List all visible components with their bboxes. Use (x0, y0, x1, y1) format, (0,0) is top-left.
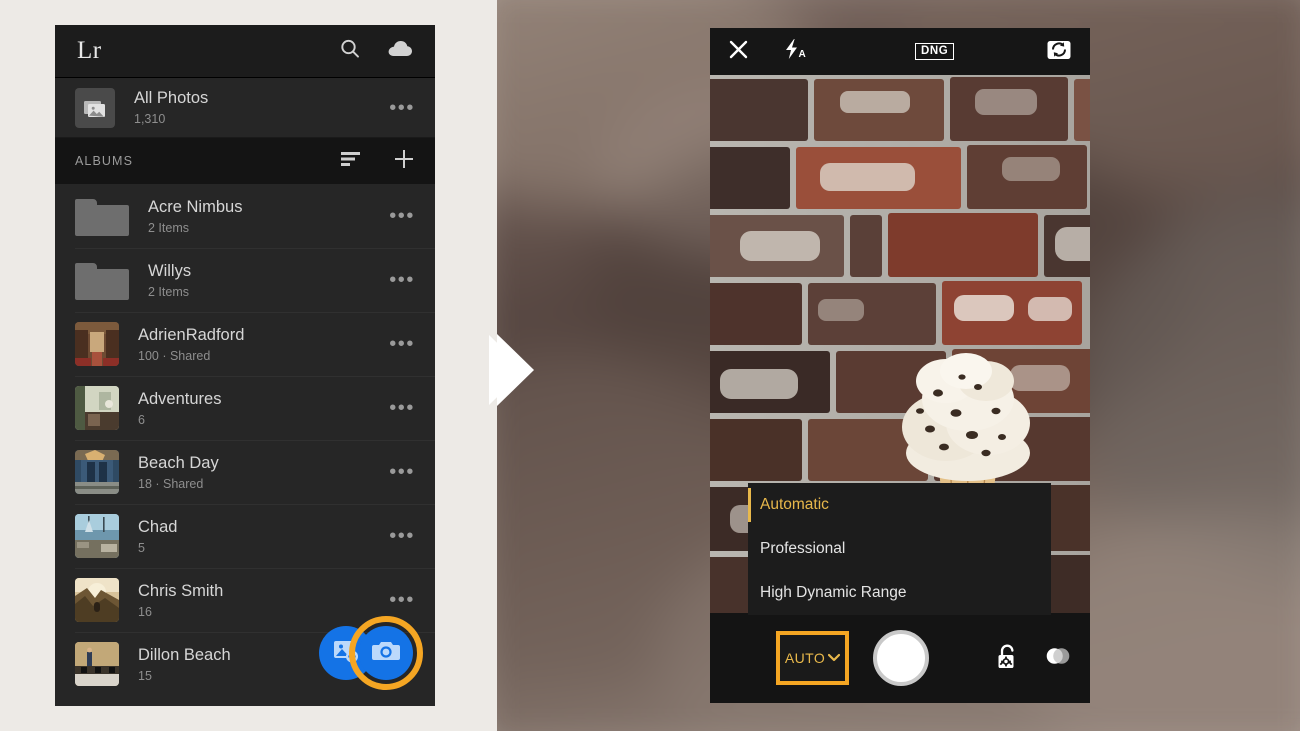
mode-selector-label: AUTO (784, 650, 826, 666)
albums-section-header: ALBUMS (55, 138, 435, 184)
list-item[interactable]: Chris Smith 16 ••• (55, 568, 435, 632)
screenshot-root: Lr All Photos 1,310 ••• ALBUMS Acre Nimb… (0, 0, 1300, 731)
album-menu-button[interactable]: ••• (389, 462, 415, 482)
album-meta: 15 (138, 668, 152, 683)
all-photos-count: 1,310 (134, 112, 166, 126)
album-meta: 18 · Shared (138, 476, 204, 491)
list-item[interactable]: AdrienRadford 100 · Shared ••• (55, 312, 435, 376)
album-thumbnail (75, 386, 119, 430)
all-photos-title: All Photos (134, 89, 209, 107)
camera-mode-menu: Automatic Professional High Dynamic Rang… (748, 483, 1051, 615)
album-menu-button[interactable]: ••• (389, 526, 415, 546)
album-thumbnail (75, 322, 119, 366)
mode-option-professional[interactable]: Professional (748, 527, 1051, 571)
camera-top-bar: A DNG (710, 28, 1090, 75)
list-item[interactable]: Adventures 6 ••• (55, 376, 435, 440)
album-menu-button[interactable]: ••• (389, 334, 415, 354)
album-thumbnail (75, 514, 119, 558)
mode-option-label: High Dynamic Range (760, 584, 907, 601)
album-meta: 6 (138, 412, 145, 427)
all-photos-row[interactable]: All Photos 1,310 ••• (55, 78, 435, 138)
album-meta: 2 Items (148, 284, 189, 299)
photos-stack-icon (75, 87, 115, 128)
shutter-button[interactable] (873, 630, 929, 686)
album-thumbnail (75, 578, 119, 622)
album-thumbnail (75, 642, 119, 686)
list-item[interactable]: Beach Day 18 · Shared ••• (55, 440, 435, 504)
list-item[interactable]: Willys 2 Items ••• (55, 248, 435, 312)
album-name: Beach Day (138, 453, 219, 472)
album-name: Willys (148, 261, 192, 280)
unlock-gear-icon[interactable] (996, 643, 1020, 675)
floating-action-buttons (319, 616, 423, 690)
album-menu-button[interactable]: ••• (389, 398, 415, 418)
arrow-right-icon (489, 335, 525, 405)
lightroom-logo: Lr (77, 37, 102, 64)
flip-camera-icon[interactable] (1047, 39, 1071, 65)
album-name: Acre Nimbus (148, 197, 243, 216)
album-menu-button[interactable]: ••• (389, 270, 415, 290)
album-menu-button[interactable]: ••• (389, 206, 415, 226)
album-menu-button[interactable]: ••• (389, 590, 415, 610)
mode-option-high-dynamic-range[interactable]: High Dynamic Range (748, 571, 1051, 615)
list-item[interactable]: Chad 5 ••• (55, 504, 435, 568)
album-name: AdrienRadford (138, 325, 245, 344)
camera-button[interactable] (349, 616, 423, 690)
album-meta: 100 · Shared (138, 348, 211, 363)
dng-format-badge[interactable]: DNG (915, 43, 955, 60)
all-photos-menu-button[interactable]: ••• (389, 98, 415, 118)
plus-icon[interactable] (393, 148, 415, 175)
close-icon[interactable] (729, 40, 748, 64)
chevron-down-icon (828, 649, 841, 667)
album-name: Chris Smith (138, 581, 224, 600)
app-header: Lr (55, 25, 435, 78)
folder-icon (75, 196, 129, 236)
folder-icon (75, 260, 129, 300)
camera-bottom-bar: AUTO (710, 613, 1090, 703)
add-photo-icon (333, 639, 359, 668)
header-actions (339, 38, 413, 65)
mode-selector-button[interactable]: AUTO (776, 631, 849, 685)
album-meta: 2 Items (148, 220, 189, 235)
album-name: Chad (138, 517, 178, 536)
album-list: Acre Nimbus 2 Items ••• Willys 2 Items •… (55, 184, 435, 696)
search-icon[interactable] (339, 38, 361, 65)
albums-label: ALBUMS (75, 154, 134, 168)
all-photos-text: All Photos 1,310 (134, 89, 208, 126)
camera-icon (372, 640, 400, 667)
album-name: Adventures (138, 389, 222, 408)
album-thumbnail (75, 450, 119, 494)
mode-option-label: Professional (760, 540, 846, 557)
album-meta: 5 (138, 540, 145, 555)
cloud-icon[interactable] (387, 40, 413, 63)
album-meta: 16 (138, 604, 152, 619)
lightroom-app-panel: Lr All Photos 1,310 ••• ALBUMS Acre Nimb… (55, 25, 435, 706)
tone-presets-icon[interactable] (1045, 644, 1071, 673)
svg-text:A: A (799, 49, 806, 60)
albums-actions (341, 148, 415, 175)
mode-option-automatic[interactable]: Automatic (748, 483, 1051, 527)
flash-auto-icon[interactable]: A (783, 38, 809, 65)
sort-icon[interactable] (341, 151, 363, 172)
mode-option-label: Automatic (760, 496, 829, 513)
album-name: Dillon Beach (138, 645, 231, 664)
list-item[interactable]: Acre Nimbus 2 Items ••• (55, 184, 435, 248)
